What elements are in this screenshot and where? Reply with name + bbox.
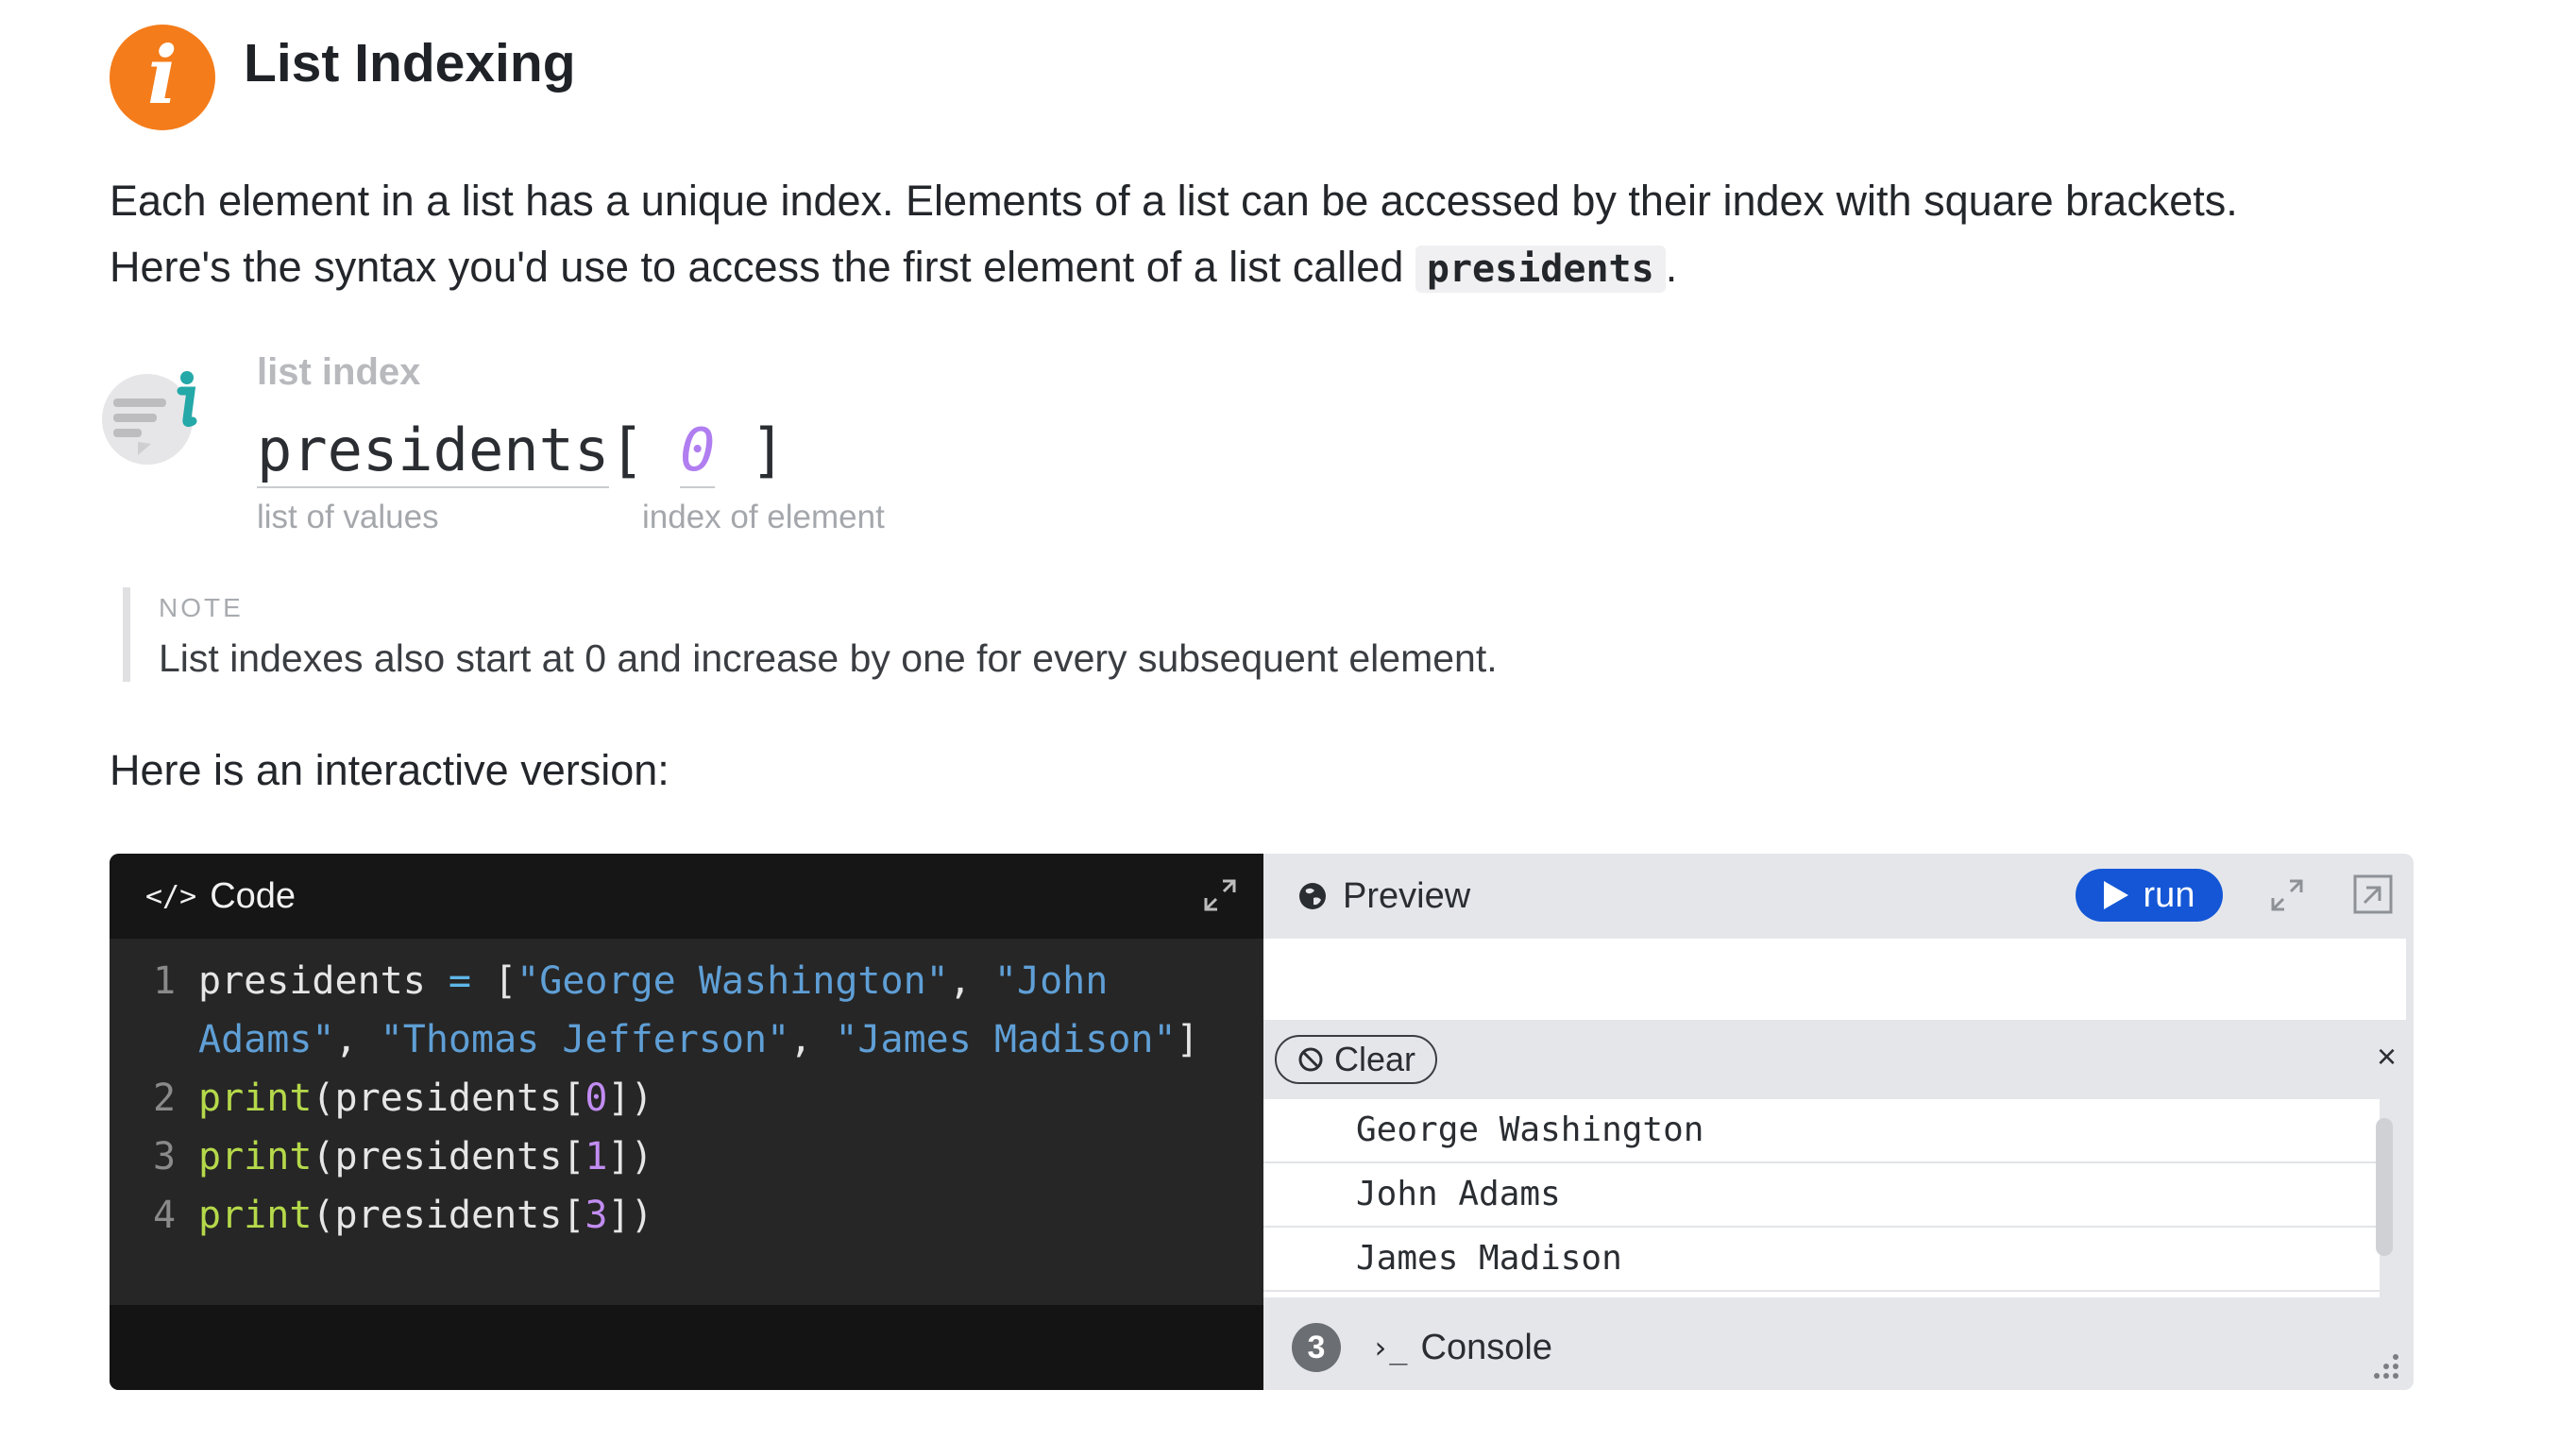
code-line[interactable]: 1 presidents = ["George Washington", "Joh… — [110, 952, 1263, 1010]
code-token: "George Washington" — [517, 959, 949, 1003]
expand-icon[interactable] — [1201, 876, 1239, 914]
code-token: 0 — [585, 1077, 608, 1120]
code-token: "Thomas Jefferson" — [380, 1018, 790, 1061]
line-number: 1 — [153, 959, 177, 1003]
line-number: 3 — [153, 1135, 177, 1178]
note-callout: NOTE List indexes also start at 0 and in… — [123, 587, 1498, 682]
code-pane: </> Code 1 presidents = ["George Washingt… — [110, 854, 1263, 1390]
code-token: ]) — [607, 1135, 653, 1178]
intro-line-2: Here's the syntax you'd use to access th… — [110, 243, 1678, 293]
code-line[interactable]: 4 print(presidents[3]) — [110, 1186, 1263, 1245]
code-token: , — [334, 1018, 381, 1061]
code-token: ]) — [607, 1194, 653, 1237]
page-header: i List Indexing — [110, 25, 576, 130]
run-button[interactable]: run — [2076, 869, 2223, 922]
code-token: [ — [471, 959, 517, 1003]
code-token: 1 — [585, 1135, 608, 1178]
preview-pane: Preview run Clear × George Washington Jo… — [1263, 854, 2414, 1390]
resize-grip-icon[interactable] — [2368, 1348, 2400, 1381]
code-token: , — [789, 1018, 836, 1061]
code-header: </> Code — [110, 854, 1263, 939]
code-token: "John — [993, 959, 1109, 1003]
code-line[interactable]: 3 print(presidents[1]) — [110, 1127, 1263, 1186]
code-token: presidents — [198, 959, 449, 1003]
code-footer — [110, 1305, 1263, 1390]
console-line: James Madison — [1263, 1228, 2380, 1292]
code-token: ] — [1176, 1018, 1199, 1061]
intro-line-1: Each element in a list has a unique inde… — [110, 177, 2238, 225]
console-toggle[interactable]: ›_ Console — [1371, 1328, 1552, 1368]
preview-title: Preview — [1343, 875, 1471, 916]
close-icon[interactable]: × — [2377, 1037, 2397, 1077]
interactive-label: Here is an interactive version: — [110, 746, 669, 794]
code-line[interactable]: 2 print(presidents[0]) — [110, 1069, 1263, 1127]
console-line: John Adams — [1263, 1163, 2380, 1228]
syntax-label: list index — [257, 351, 421, 393]
code-token: (presidents[ — [312, 1135, 585, 1178]
clear-icon — [1298, 1047, 1323, 1072]
code-token: , — [948, 959, 994, 1003]
page-title: List Indexing — [244, 33, 576, 93]
code-token: (presidents[ — [312, 1194, 585, 1237]
code-line-text: presidents = ["George Washington", "John — [198, 952, 1108, 1010]
note-text: List indexes also start at 0 and increas… — [159, 636, 1498, 680]
syntax-expression: presidents[ 0 ] — [257, 415, 786, 488]
code-token: print — [198, 1135, 313, 1178]
preview-header: Preview run — [1263, 854, 2414, 939]
preview-frame[interactable] — [1263, 939, 2406, 1020]
code-tag-icon: </> — [145, 879, 197, 913]
code-editor[interactable]: 1 presidents = ["George Washington", "Joh… — [110, 939, 1263, 1318]
line-number: 4 — [153, 1194, 177, 1237]
console-output: George Washington John Adams James Madison — [1263, 1099, 2380, 1297]
code-token: ]) — [607, 1077, 653, 1120]
syntax-diagram: list index presidents[ 0 ] list of value… — [100, 351, 1139, 550]
console-count-badge: 3 — [1292, 1323, 1341, 1372]
inline-code-presidents: presidents — [1415, 246, 1666, 293]
code-title: Code — [210, 875, 297, 916]
code-token: = — [448, 959, 471, 1003]
note-label: NOTE — [159, 593, 244, 622]
expand-icon[interactable] — [2268, 876, 2306, 914]
syntax-list-name: presidents — [257, 415, 610, 488]
globe-icon — [1299, 883, 1326, 909]
syntax-caption-index: index of element — [642, 499, 885, 535]
code-line-text: print(presidents[0]) — [198, 1069, 653, 1127]
info-icon: i — [110, 25, 215, 130]
code-token: "James Madison" — [835, 1018, 1177, 1061]
code-line-text: print(presidents[1]) — [198, 1127, 653, 1186]
code-line-text: Adams", "Thomas Jefferson", "James Madis… — [198, 1010, 1199, 1069]
code-token: (presidents[ — [312, 1077, 585, 1120]
console-scrollbar[interactable] — [2376, 1118, 2393, 1256]
popout-icon[interactable] — [2351, 873, 2395, 916]
code-token: Adams" — [198, 1018, 335, 1061]
console-line: George Washington — [1263, 1099, 2380, 1163]
line-number: 2 — [153, 1077, 177, 1120]
code-widget: </> Code 1 presidents = ["George Washingt… — [110, 854, 2414, 1390]
console-prompt-icon: ›_ — [1371, 1330, 1408, 1365]
code-token: print — [198, 1194, 313, 1237]
intro-paragraph: Each element in a list has a unique inde… — [110, 168, 2432, 302]
syntax-info-icon — [102, 371, 197, 465]
console-panel: Clear × George Washington John Adams James… — [1263, 1024, 2414, 1297]
syntax-caption-list: list of values — [257, 499, 439, 535]
code-line-text: print(presidents[3]) — [198, 1186, 653, 1245]
clear-button[interactable]: Clear — [1275, 1035, 1437, 1084]
syntax-index: 0 — [679, 415, 716, 488]
console-footer[interactable]: 3 ›_ Console — [1263, 1305, 2414, 1390]
code-token: 3 — [585, 1194, 608, 1237]
code-token: print — [198, 1077, 313, 1120]
play-icon — [2103, 881, 2128, 909]
code-line[interactable]: Adams", "Thomas Jefferson", "James Madis… — [110, 1010, 1263, 1069]
